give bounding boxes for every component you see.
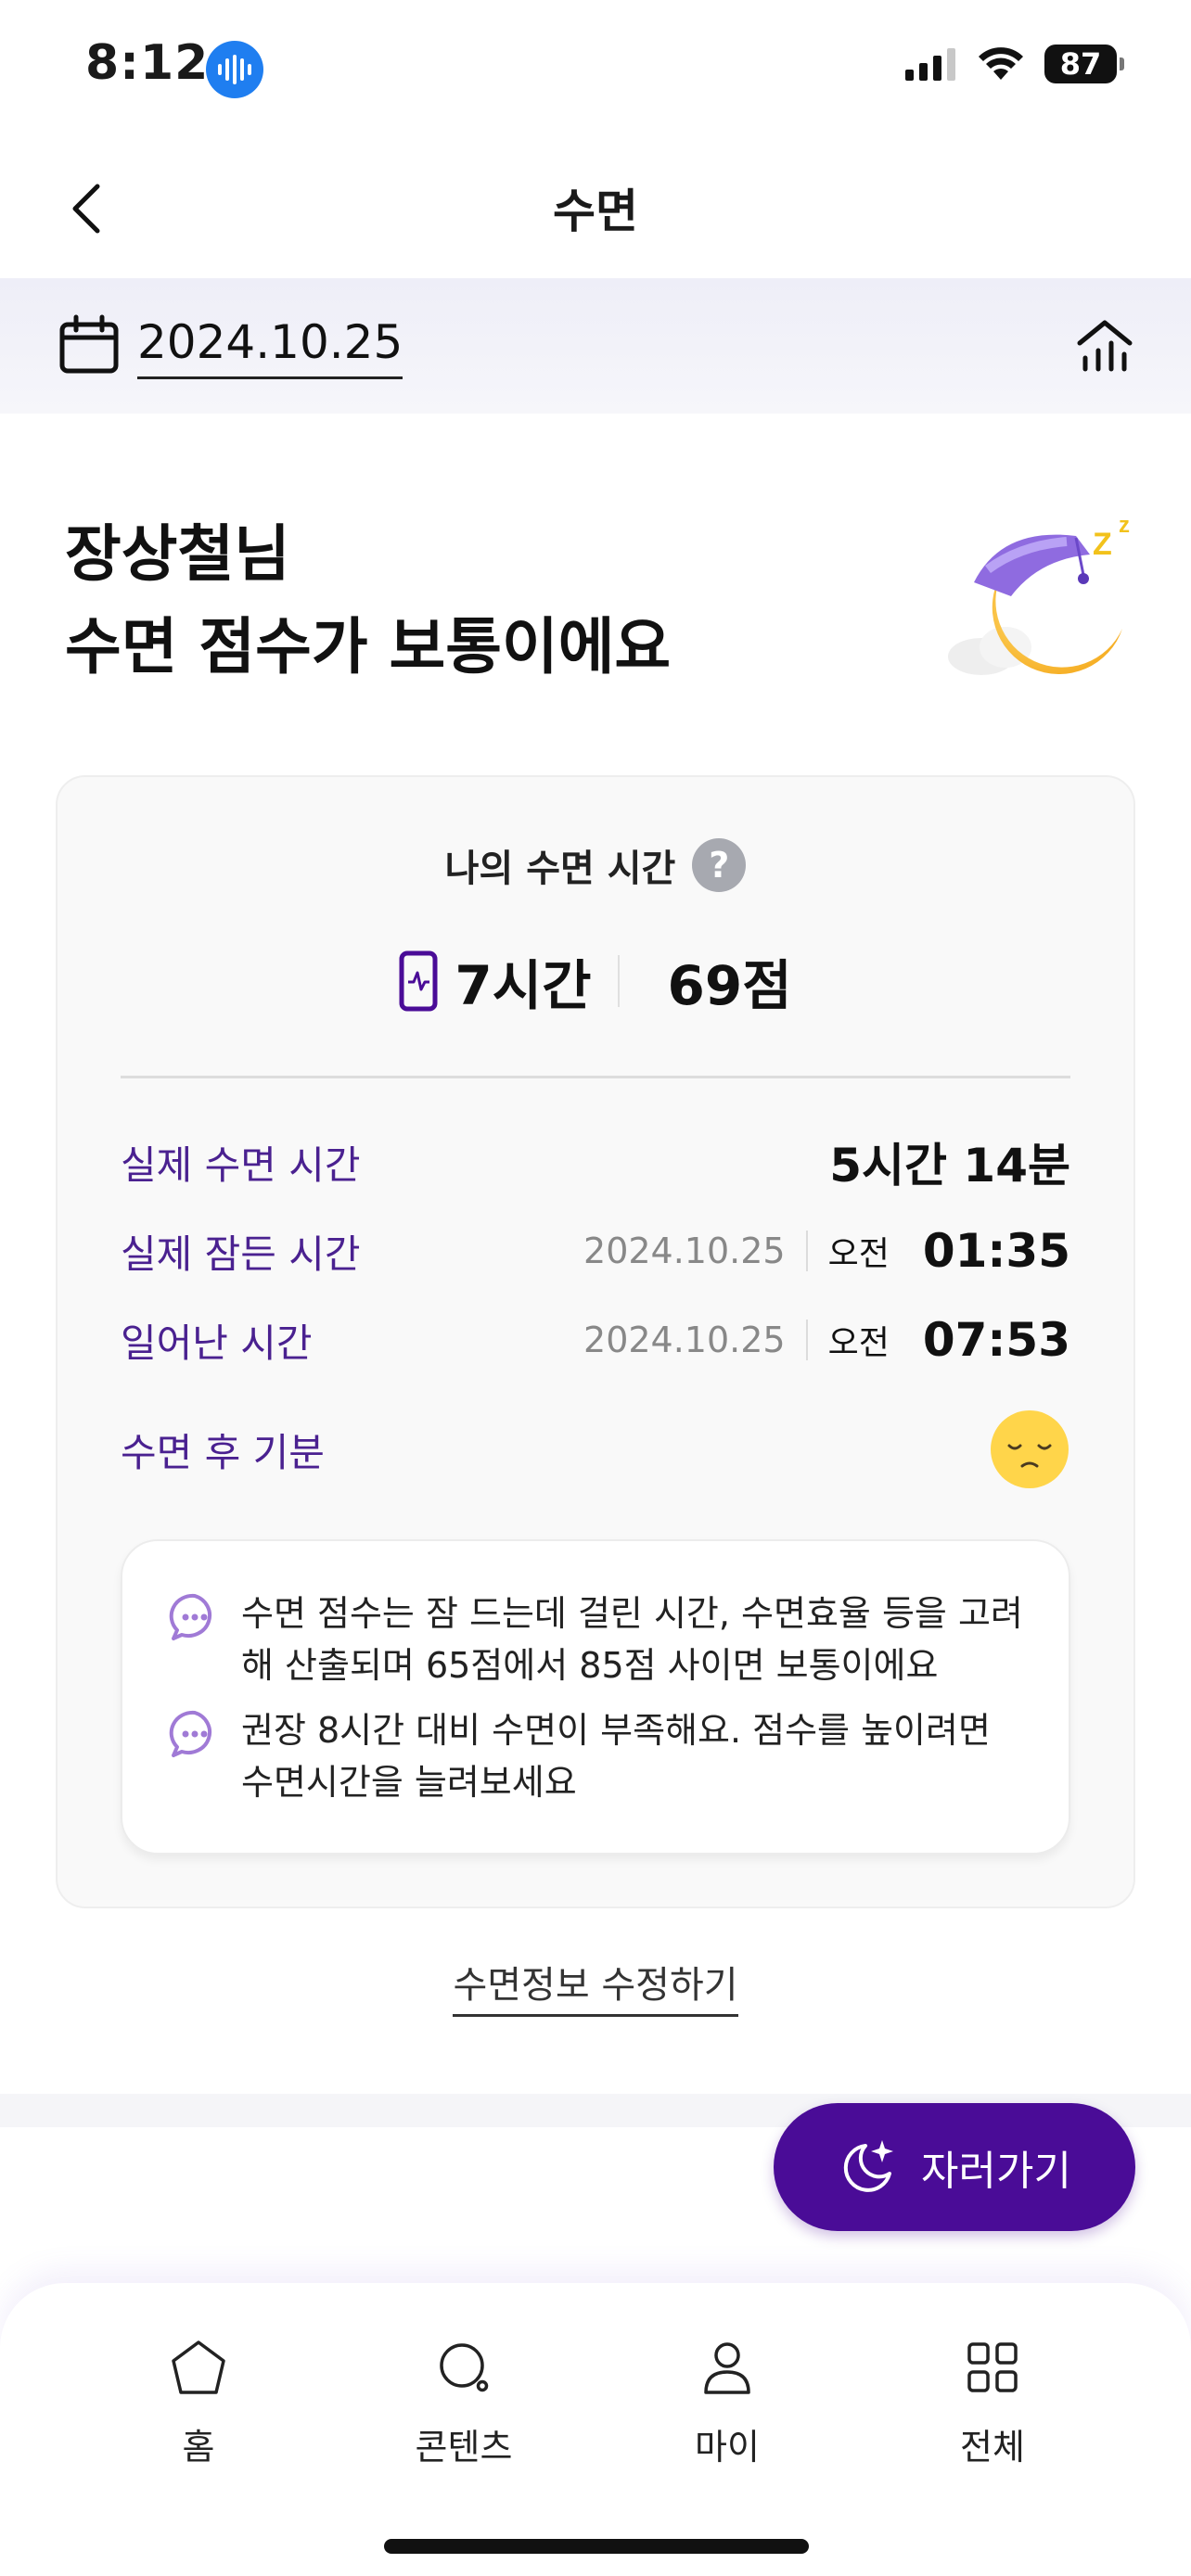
card-title-row: 나의 수면 시간 ? [58, 838, 1133, 892]
nav-home-label: 홈 [182, 2427, 215, 2468]
tip-item: 수면 점수는 잠 드는데 걸린 시간, 수면효율 등을 고려해 산출되며 65점… [169, 1588, 1031, 1691]
edit-sleep-info-container: 수면정보 수정하기 [0, 1955, 1191, 2017]
greeting-name: 장상철님 [65, 518, 290, 590]
grid-icon [967, 2342, 1018, 2392]
sleep-score: 69점 [667, 954, 792, 1017]
calendar-icon[interactable] [58, 313, 121, 376]
fell-asleep-date: 2024.10.25 [583, 1231, 786, 1271]
go-to-sleep-button[interactable]: 자러가기 [774, 2103, 1135, 2231]
status-indicators: 87 [905, 45, 1124, 83]
battery-icon: 87 [1044, 45, 1124, 83]
nav-content-label: 콘텐츠 [415, 2427, 513, 2468]
card-divider [121, 1076, 1070, 1078]
total-sleep-hours: 7시간 [455, 954, 592, 1017]
status-time: 8:12 [85, 35, 210, 91]
sleep-summary: 7시간 69점 [58, 942, 1133, 1020]
person-icon [704, 2342, 750, 2394]
phone-tracking-icon [399, 950, 438, 1012]
home-icon [172, 2340, 225, 2394]
tip-text: 권장 8시간 대비 수면이 부족해요. 점수를 높이려면 수면시간을 늘려보세요 [241, 1710, 991, 1803]
nav-all-label: 전체 [960, 2427, 1025, 2468]
chat-bubble-icon [169, 1710, 212, 1757]
woke-up-date: 2024.10.25 [583, 1320, 786, 1360]
home-indicator [384, 2539, 809, 2554]
page-title: 수면 [553, 185, 638, 238]
sleep-summary-card: 나의 수면 시간 ? 7시간 69점 실제 수면 시간 5시간 14분 실제 잠… [56, 775, 1135, 1908]
voice-recording-icon[interactable] [206, 41, 263, 98]
card-title: 나의 수면 시간 [444, 848, 676, 890]
tips-box: 수면 점수는 잠 드는데 걸린 시간, 수면효율 등을 고려해 산출되며 65점… [121, 1539, 1070, 1855]
wifi-icon [979, 47, 1023, 80]
fell-asleep-time: 01:35 [922, 1224, 1070, 1278]
go-to-sleep-label: 자러가기 [921, 2148, 1071, 2195]
woke-up-time: 07:53 [922, 1313, 1070, 1367]
summary-divider [617, 955, 620, 1007]
nav-all[interactable]: 전체 [900, 2335, 1085, 2469]
nav-my-label: 마이 [695, 2427, 760, 2468]
row-divider [805, 1231, 808, 1271]
woke-up-row: 일어난 시간 2024.10.25 오전 07:53 [121, 1307, 1070, 1372]
sad-face-icon [991, 1410, 1069, 1488]
cellular-signal-icon [905, 48, 955, 81]
woke-up-label: 일어난 시간 [121, 1320, 313, 1366]
greeting-message: 수면 점수가 보통이에요 [65, 611, 672, 682]
fell-asleep-row: 실제 잠든 시간 2024.10.25 오전 01:35 [121, 1218, 1070, 1283]
sleeping-moon-icon: Z z [948, 513, 1130, 675]
statistics-icon[interactable] [1072, 312, 1137, 376]
svg-text:Z: Z [1093, 527, 1112, 562]
greeting: 장상철님 수면 점수가 보통이에요 [65, 508, 671, 694]
date-selector[interactable]: 2024.10.25 [137, 315, 403, 379]
content-search-icon [440, 2343, 489, 2392]
chat-bubble-icon [169, 1593, 212, 1640]
bottom-navigation: 홈 콘텐츠 마이 전체 [0, 2283, 1191, 2576]
actual-sleep-row: 실제 수면 시간 5시간 14분 [121, 1129, 1070, 1194]
app-header: 수면 [0, 139, 1191, 278]
status-bar: 8:12 87 [0, 0, 1191, 139]
nav-content[interactable]: 콘텐츠 [371, 2335, 557, 2469]
tip-item: 권장 8시간 대비 수면이 부족해요. 점수를 높이려면 수면시간을 늘려보세요 [169, 1704, 1031, 1808]
actual-sleep-label: 실제 수면 시간 [121, 1141, 361, 1188]
actual-sleep-value: 5시간 14분 [829, 1139, 1070, 1192]
edit-sleep-info-link[interactable]: 수면정보 수정하기 [453, 1964, 738, 2017]
nav-my[interactable]: 마이 [634, 2335, 820, 2469]
fell-asleep-ampm: 오전 [827, 1235, 890, 1273]
tip-text: 수면 점수는 잠 드는데 걸린 시간, 수면효율 등을 고려해 산출되며 65점… [241, 1593, 1023, 1686]
woke-up-ampm: 오전 [827, 1324, 890, 1362]
svg-text:z: z [1119, 513, 1130, 538]
help-icon[interactable]: ? [692, 838, 747, 892]
mood-label: 수면 후 기분 [121, 1429, 325, 1475]
fell-asleep-label: 실제 잠든 시간 [121, 1231, 361, 1277]
mood-row: 수면 후 기분 [121, 1408, 1070, 1491]
moon-sparkle-icon [843, 2140, 894, 2192]
date-bar: 2024.10.25 [0, 278, 1191, 414]
nav-home[interactable]: 홈 [106, 2335, 291, 2469]
row-divider [805, 1320, 808, 1360]
